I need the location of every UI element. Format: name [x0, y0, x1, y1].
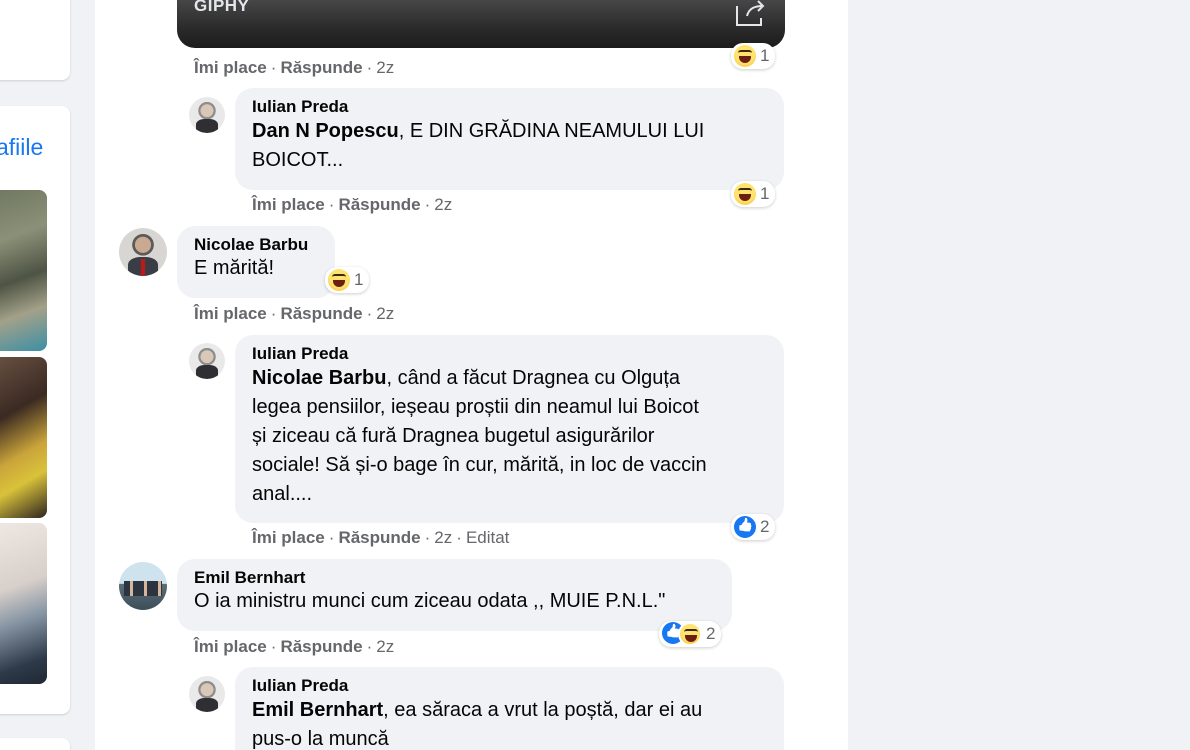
comment-timestamp[interactable]: 2z	[434, 528, 452, 547]
comment-timestamp[interactable]: 2z	[376, 637, 394, 656]
comment-actions: Îmi place · Răspunde · 2z	[194, 58, 395, 77]
like-action[interactable]: Îmi place	[252, 528, 325, 547]
giphy-label: GIPHY	[194, 0, 250, 15]
left-card-bottom	[0, 738, 70, 750]
comment-text: O ia ministru munci cum ziceau odata ,, …	[194, 590, 666, 612]
reply-action[interactable]: Răspunde	[280, 637, 362, 656]
reaction-summary[interactable]: 1	[731, 43, 776, 69]
like-action[interactable]: Îmi place	[194, 637, 267, 656]
comment-author[interactable]: Emil Bernhart	[194, 567, 720, 588]
avatar[interactable]	[189, 676, 225, 712]
comment-bubble: Emil Bernhart O ia ministru munci cum zi…	[177, 559, 732, 631]
comment-author[interactable]: Iulian Preda	[252, 343, 772, 364]
comment-actions: Îmi place · Răspunde · 2z · Editat	[252, 528, 510, 547]
reply-action[interactable]: Răspunde	[338, 195, 420, 214]
haha-icon	[734, 45, 756, 67]
reply-action[interactable]: Răspunde	[280, 58, 362, 77]
haha-icon	[678, 622, 702, 646]
comment-text: Dan N Popescu, E DIN GRĂDINA NEAMULUI LU…	[252, 120, 705, 142]
comment-text: pus-o la muncă	[252, 728, 389, 750]
comment-bubble: Iulian Preda Dan N Popescu, E DIN GRĂDIN…	[235, 88, 784, 190]
avatar[interactable]	[189, 97, 225, 133]
comment-text: BOICOT...	[252, 149, 344, 171]
haha-icon	[328, 269, 350, 291]
avatar[interactable]	[119, 562, 167, 610]
comment-text: Nicolae Barbu, când a făcut Dragnea cu O…	[252, 367, 680, 389]
comment-actions: Îmi place · Răspunde · 2z	[194, 304, 395, 323]
reaction-count: 2	[706, 624, 716, 643]
comment-author[interactable]: Nicolae Barbu	[194, 234, 323, 255]
photos-card: afiile	[0, 106, 70, 714]
left-card-top	[0, 0, 70, 80]
mention-link[interactable]: Emil Bernhart	[252, 699, 383, 721]
photo-thumbnail[interactable]	[0, 190, 47, 351]
comment-timestamp[interactable]: 2z	[434, 195, 452, 214]
reply-action[interactable]: Răspunde	[338, 528, 420, 547]
comment-timestamp[interactable]: 2z	[376, 58, 394, 77]
comment-bubble: Nicolae Barbu E mărită!	[177, 226, 335, 298]
mention-link[interactable]: Dan N Popescu	[252, 120, 399, 142]
avatar[interactable]	[119, 228, 167, 276]
right-empty-area	[848, 0, 1190, 750]
photo-thumbnail[interactable]	[0, 357, 47, 518]
comment-text: E mărită!	[194, 257, 275, 279]
avatar[interactable]	[189, 343, 225, 379]
reaction-summary[interactable]: 2	[731, 514, 776, 540]
comment-actions: Îmi place · Răspunde · 2z	[194, 637, 395, 656]
see-all-photos-link[interactable]: afiile	[0, 134, 43, 161]
comment-bubble: Iulian Preda Nicolae Barbu, când a făcut…	[235, 335, 784, 523]
comment-text: și ziceau că fură Dragnea bugetul asigur…	[252, 425, 655, 447]
reaction-summary[interactable]: 1	[325, 267, 370, 293]
like-action[interactable]: Îmi place	[252, 195, 325, 214]
comment-text: sociale! Să și-o bage în cur, mărită, in…	[252, 454, 707, 476]
reaction-count: 1	[760, 184, 770, 203]
reaction-count: 1	[354, 270, 364, 289]
comment-author[interactable]: Iulian Preda	[252, 675, 772, 696]
comment-text: legea pensiilor, ieșeau proștii din neam…	[252, 396, 699, 418]
haha-icon	[734, 183, 756, 205]
comment-actions: Îmi place · Răspunde · 2z	[252, 195, 453, 214]
share-icon[interactable]	[733, 0, 767, 28]
mention-link[interactable]: Nicolae Barbu	[252, 367, 386, 389]
comment-timestamp[interactable]: 2z	[376, 304, 394, 323]
reply-action[interactable]: Răspunde	[280, 304, 362, 323]
reaction-count: 2	[760, 517, 770, 536]
reaction-summary[interactable]: 1	[731, 181, 776, 207]
giphy-gif[interactable]: GIPHY	[177, 0, 785, 48]
comment-text: anal....	[252, 483, 313, 505]
like-icon	[734, 516, 756, 538]
reaction-count: 1	[760, 46, 770, 65]
comment-text: Emil Bernhart, ea săraca a vrut la poștă…	[252, 699, 703, 721]
photo-thumbnail[interactable]	[0, 523, 47, 684]
reaction-summary[interactable]: 2	[659, 621, 722, 647]
like-action[interactable]: Îmi place	[194, 304, 267, 323]
edited-label[interactable]: Editat	[466, 528, 509, 547]
like-action[interactable]: Îmi place	[194, 58, 267, 77]
comment-author[interactable]: Iulian Preda	[252, 96, 772, 117]
comment-bubble: Iulian Preda Emil Bernhart, ea săraca a …	[235, 667, 784, 750]
